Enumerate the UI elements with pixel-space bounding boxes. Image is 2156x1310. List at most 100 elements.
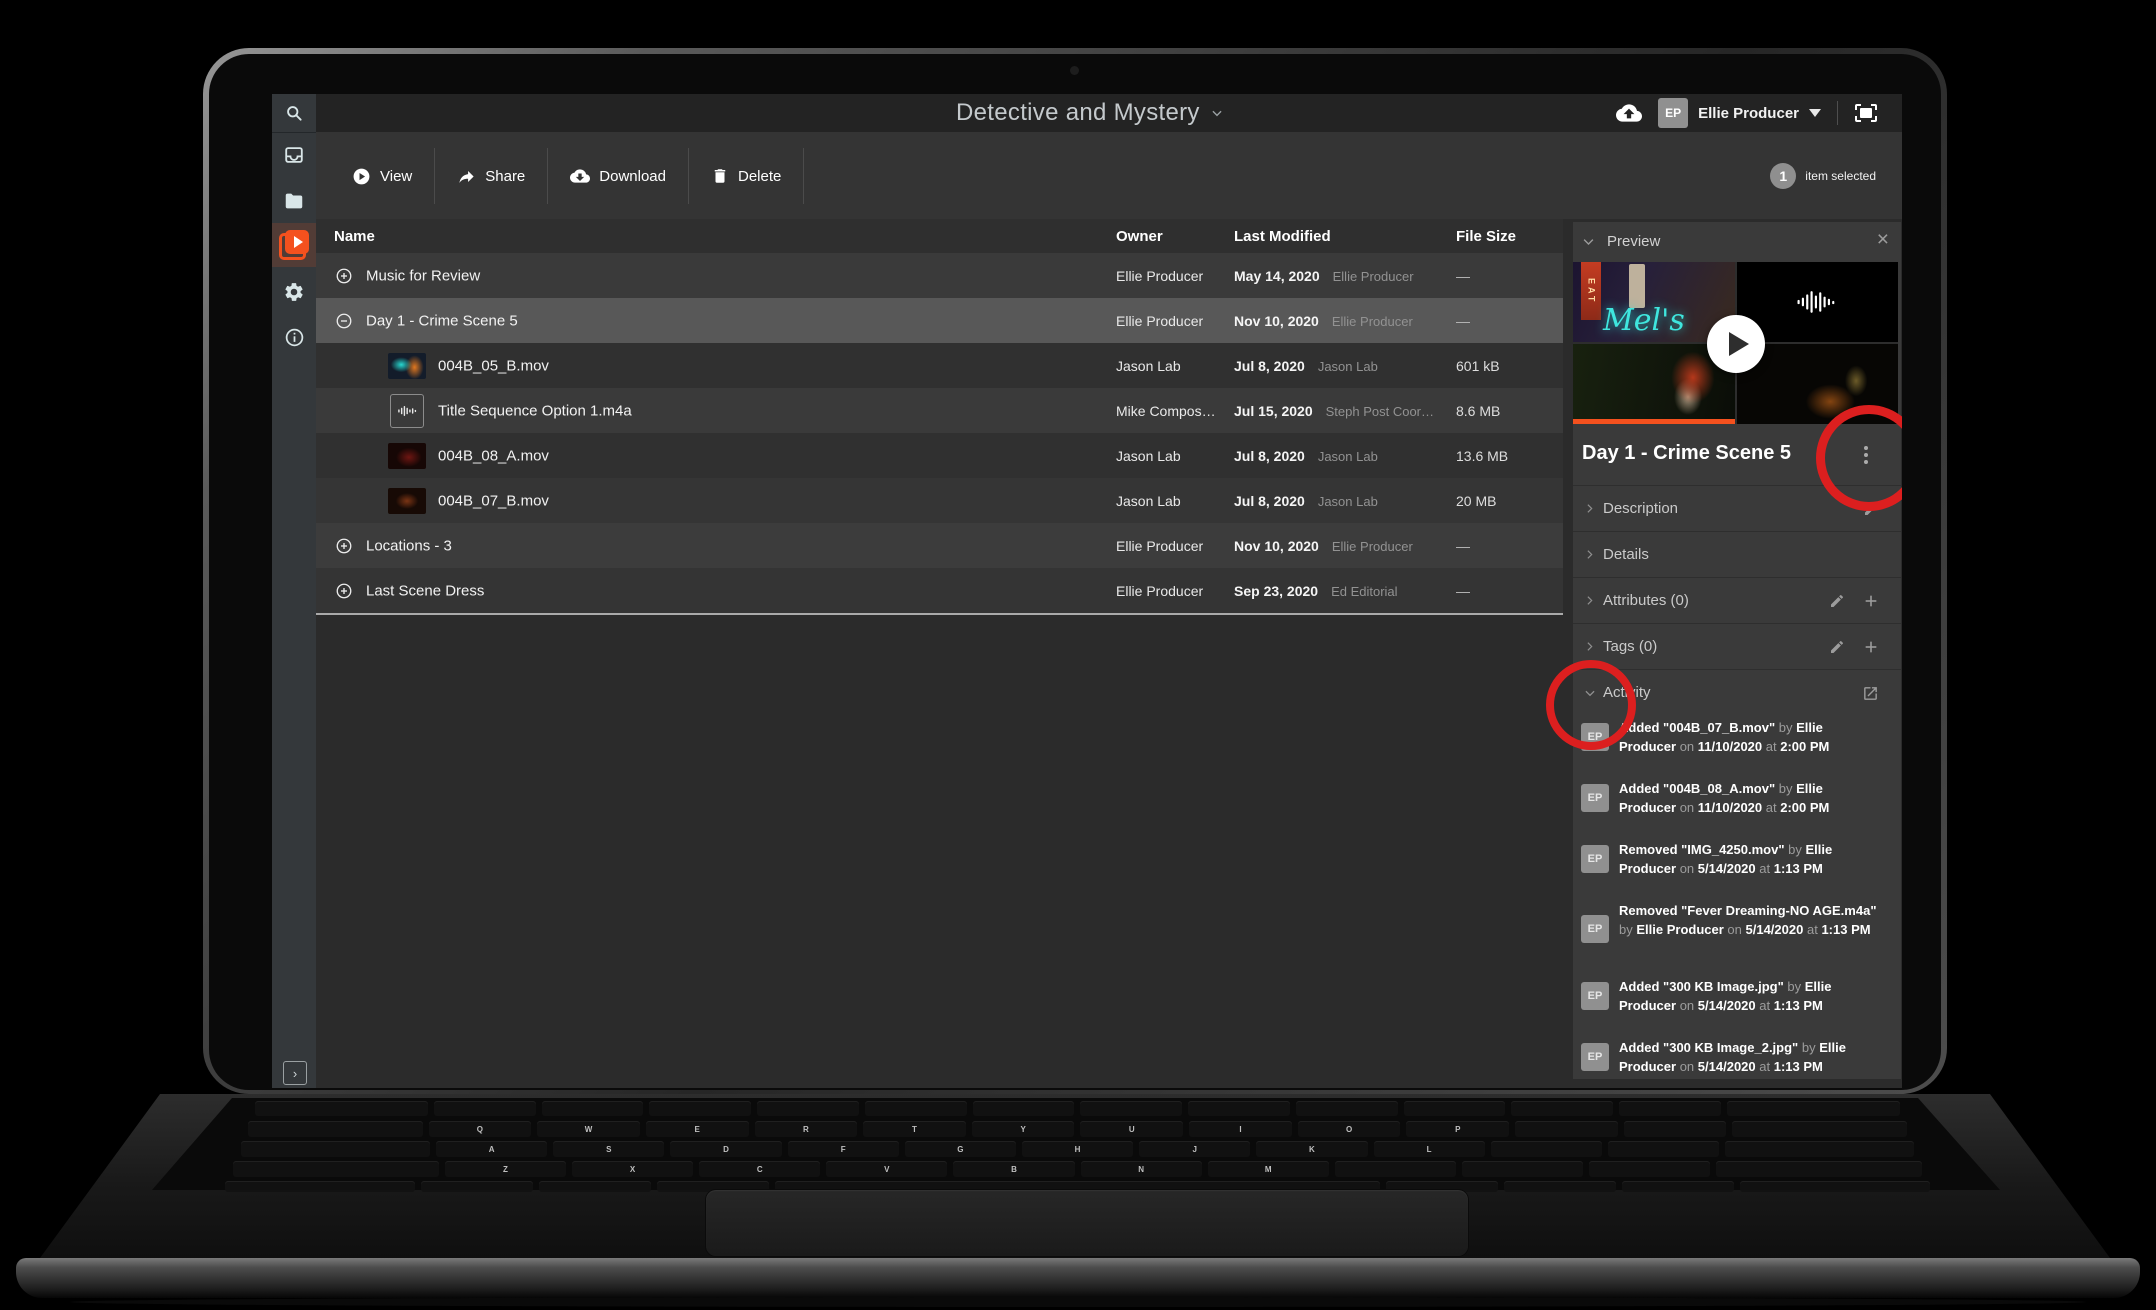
- keyboard-key: P: [1406, 1121, 1509, 1137]
- row-owner: Ellie Producer: [1116, 583, 1203, 599]
- keyboard-key: [649, 1101, 751, 1116]
- keyboard-key: J: [1139, 1141, 1250, 1157]
- sidebar-item-info[interactable]: [272, 315, 316, 359]
- table-row[interactable]: Locations - 3 Ellie Producer Nov 10, 202…: [316, 523, 1563, 569]
- expand-plus-icon[interactable]: [335, 267, 353, 285]
- audio-waveform-icon: [390, 394, 424, 428]
- plus-icon[interactable]: [1863, 639, 1879, 655]
- laptop-base-shadow: [70, 1297, 2086, 1307]
- keyboard-key: [225, 1181, 415, 1192]
- sidebar-item-folders[interactable]: [272, 179, 316, 223]
- activity-entry: EP Added "300 KB Image.jpg" by Ellie Pro…: [1581, 977, 1889, 1015]
- keyboard-key: [1511, 1101, 1613, 1116]
- row-modified-by: Ed Editorial: [1331, 584, 1397, 599]
- keyboard-key: [1619, 1101, 1721, 1116]
- share-button[interactable]: Share: [435, 146, 547, 206]
- row-size: —: [1456, 583, 1470, 599]
- expand-plus-icon[interactable]: [335, 537, 353, 555]
- table-row-selected[interactable]: Day 1 - Crime Scene 5 Ellie Producer Nov…: [316, 298, 1563, 344]
- open-in-new-icon[interactable]: [1862, 685, 1879, 702]
- download-button[interactable]: Download: [548, 146, 688, 206]
- avatar: EP: [1581, 915, 1609, 943]
- keyboard-key: V: [826, 1161, 947, 1177]
- keyboard-key: B: [953, 1161, 1074, 1177]
- view-button[interactable]: View: [330, 146, 434, 206]
- app-header: Detective and Mystery EP Ellie Producer: [316, 94, 1902, 132]
- pencil-icon[interactable]: [1829, 593, 1845, 609]
- keyboard-key: [1491, 1141, 1602, 1157]
- keyboard-key: [539, 1181, 651, 1192]
- keyboard-key: [1080, 1101, 1182, 1116]
- keyboard-key: [1727, 1101, 1900, 1116]
- table-row[interactable]: Title Sequence Option 1.m4a Mike Compos……: [316, 388, 1563, 434]
- section-details[interactable]: Details: [1573, 531, 1901, 578]
- row-name: Day 1 - Crime Scene 5: [366, 312, 518, 329]
- play-button[interactable]: [1707, 315, 1765, 373]
- user-name: Ellie Producer: [1698, 105, 1799, 122]
- pencil-icon[interactable]: [1829, 639, 1845, 655]
- row-modified-by: Jason Lab: [1318, 494, 1378, 509]
- row-name: Locations - 3: [366, 537, 452, 554]
- project-title-dropdown[interactable]: Detective and Mystery: [956, 94, 1224, 132]
- section-attributes[interactable]: Attributes (0): [1573, 577, 1901, 624]
- keyboard-key: M: [1208, 1161, 1329, 1177]
- keyboard-key: [1589, 1161, 1710, 1177]
- keyboard-key: Z: [445, 1161, 566, 1177]
- table-row[interactable]: Music for Review Ellie Producer May 14, …: [316, 253, 1563, 299]
- keyboard-key: [1740, 1181, 1930, 1192]
- column-header-modified[interactable]: Last Modified: [1234, 219, 1331, 253]
- share-arrow-icon: [457, 167, 476, 186]
- keyboard-key: [434, 1101, 536, 1116]
- sidebar-item-inbox[interactable]: [272, 133, 316, 177]
- delete-button[interactable]: Delete: [689, 146, 803, 206]
- close-icon[interactable]: ×: [1877, 228, 1889, 252]
- keyboard-row: ASDFGHJKL: [241, 1141, 1914, 1157]
- video-thumbnail: [388, 488, 426, 514]
- row-modified: Nov 10, 2020: [1234, 538, 1319, 554]
- keyboard-key: U: [1080, 1121, 1183, 1137]
- keyboard-key: X: [572, 1161, 693, 1177]
- preview-panel: Preview × EAT Mel's Day 1 - Cri: [1573, 222, 1901, 1079]
- column-header-owner[interactable]: Owner: [1116, 219, 1163, 253]
- table-row[interactable]: Last Scene Dress Ellie Producer Sep 23, …: [316, 568, 1563, 614]
- cloud-upload-icon[interactable]: [1616, 100, 1642, 126]
- keyboard-key: G: [905, 1141, 1016, 1157]
- row-modified-by: Ellie Producer: [1332, 539, 1413, 554]
- preview-panel-header[interactable]: Preview ×: [1573, 222, 1901, 262]
- user-menu[interactable]: EP Ellie Producer: [1658, 98, 1821, 128]
- sidebar: ›: [272, 94, 316, 1088]
- row-owner: Ellie Producer: [1116, 538, 1203, 554]
- plus-icon[interactable]: [1863, 593, 1879, 609]
- expand-plus-icon[interactable]: [335, 582, 353, 600]
- row-modified: Jul 8, 2020: [1234, 493, 1305, 509]
- row-modified-by: Jason Lab: [1318, 359, 1378, 374]
- audio-waveform-icon: [1794, 289, 1840, 315]
- keyboard-key: [1725, 1141, 1914, 1157]
- table-row[interactable]: 004B_05_B.mov Jason Lab Jul 8, 2020Jason…: [316, 343, 1563, 389]
- column-header-name[interactable]: Name: [334, 219, 375, 253]
- activity-entry: EP Added "300 KB Image_2.jpg" by Ellie P…: [1581, 1038, 1889, 1076]
- preview-title: Preview: [1607, 233, 1660, 250]
- keyboard-key: [1622, 1181, 1734, 1192]
- trash-icon: [711, 167, 729, 185]
- table-row[interactable]: 004B_07_B.mov Jason Lab Jul 8, 2020Jason…: [316, 478, 1563, 524]
- collapse-minus-icon[interactable]: [335, 312, 353, 330]
- cloud-download-icon: [570, 166, 590, 186]
- keyboard-key: [973, 1101, 1075, 1116]
- present-screen-icon[interactable]: [1854, 101, 1878, 125]
- sidebar-item-settings[interactable]: [272, 270, 316, 314]
- search-icon[interactable]: [272, 94, 316, 132]
- table-row[interactable]: 004B_08_A.mov Jason Lab Jul 8, 2020Jason…: [316, 433, 1563, 479]
- column-header-size[interactable]: File Size: [1456, 219, 1516, 253]
- row-owner: Mike Compos…: [1116, 403, 1216, 419]
- sidebar-expand-button[interactable]: ›: [283, 1061, 307, 1085]
- activity-entry: EP Removed "IMG_4250.mov" by Ellie Produ…: [1581, 840, 1889, 878]
- sidebar-item-media-library[interactable]: [272, 223, 316, 267]
- eat-sign: EAT: [1581, 262, 1601, 320]
- keyboard-key: A: [436, 1141, 547, 1157]
- neon-text: Mel's: [1603, 303, 1685, 338]
- asset-title: Day 1 - Crime Scene 5: [1582, 442, 1791, 465]
- keyboard-key: [542, 1101, 644, 1116]
- section-tags[interactable]: Tags (0): [1573, 623, 1901, 670]
- keyboard-key: [757, 1101, 859, 1116]
